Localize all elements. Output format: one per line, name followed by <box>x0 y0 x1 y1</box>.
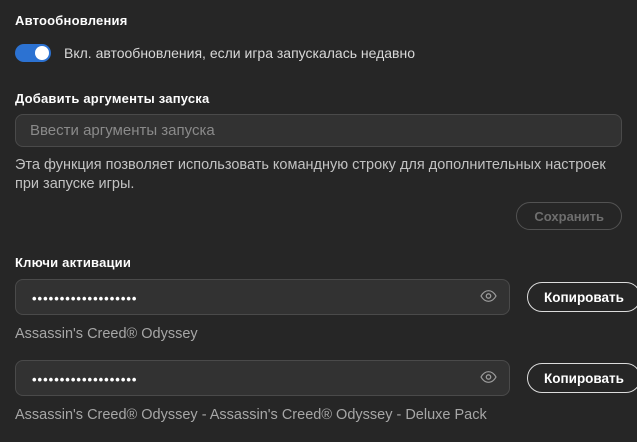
copy-key-button-1[interactable]: Копировать <box>527 282 637 312</box>
copy-key-button-2[interactable]: Копировать <box>527 363 637 393</box>
save-button[interactable]: Сохранить <box>516 202 622 230</box>
auto-updates-title: Автообновления <box>15 13 622 28</box>
reveal-key-button-2[interactable] <box>477 367 499 389</box>
auto-update-toggle[interactable] <box>15 44 51 62</box>
reveal-key-button-1[interactable] <box>477 286 499 308</box>
auto-update-toggle-label: Вкл. автообновления, если игра запускала… <box>64 45 415 61</box>
activation-key-field-2 <box>15 360 510 396</box>
game-settings-panel: Автообновления Вкл. автообновления, если… <box>0 0 637 442</box>
activation-keys-title: Ключи активации <box>15 255 622 270</box>
activation-keys-section: Ключи активации Копировать Assassin's Cr… <box>15 255 622 423</box>
activation-key-row: Копировать <box>15 279 622 315</box>
activation-key-field-1 <box>15 279 510 315</box>
launch-args-input[interactable] <box>15 114 622 147</box>
eye-icon <box>480 370 497 387</box>
auto-update-toggle-row: Вкл. автообновления, если игра запускала… <box>15 44 622 62</box>
activation-key-input-2[interactable] <box>16 361 509 395</box>
auto-updates-section: Автообновления Вкл. автообновления, если… <box>15 13 622 62</box>
save-button-row: Сохранить <box>15 202 622 230</box>
key-game-name-2: Assassin's Creed® Odyssey - Assassin's C… <box>15 407 622 423</box>
activation-key-row: Копировать <box>15 360 622 396</box>
toggle-knob-icon <box>35 46 49 60</box>
eye-icon <box>480 289 497 306</box>
key-game-name-1: Assassin's Creed® Odyssey <box>15 326 622 342</box>
launch-args-description: Эта функция позволяет использовать коман… <box>15 156 615 194</box>
launch-args-title: Добавить аргументы запуска <box>15 91 622 106</box>
launch-args-section: Добавить аргументы запуска Эта функция п… <box>15 91 622 230</box>
activation-key-input-1[interactable] <box>16 280 509 314</box>
